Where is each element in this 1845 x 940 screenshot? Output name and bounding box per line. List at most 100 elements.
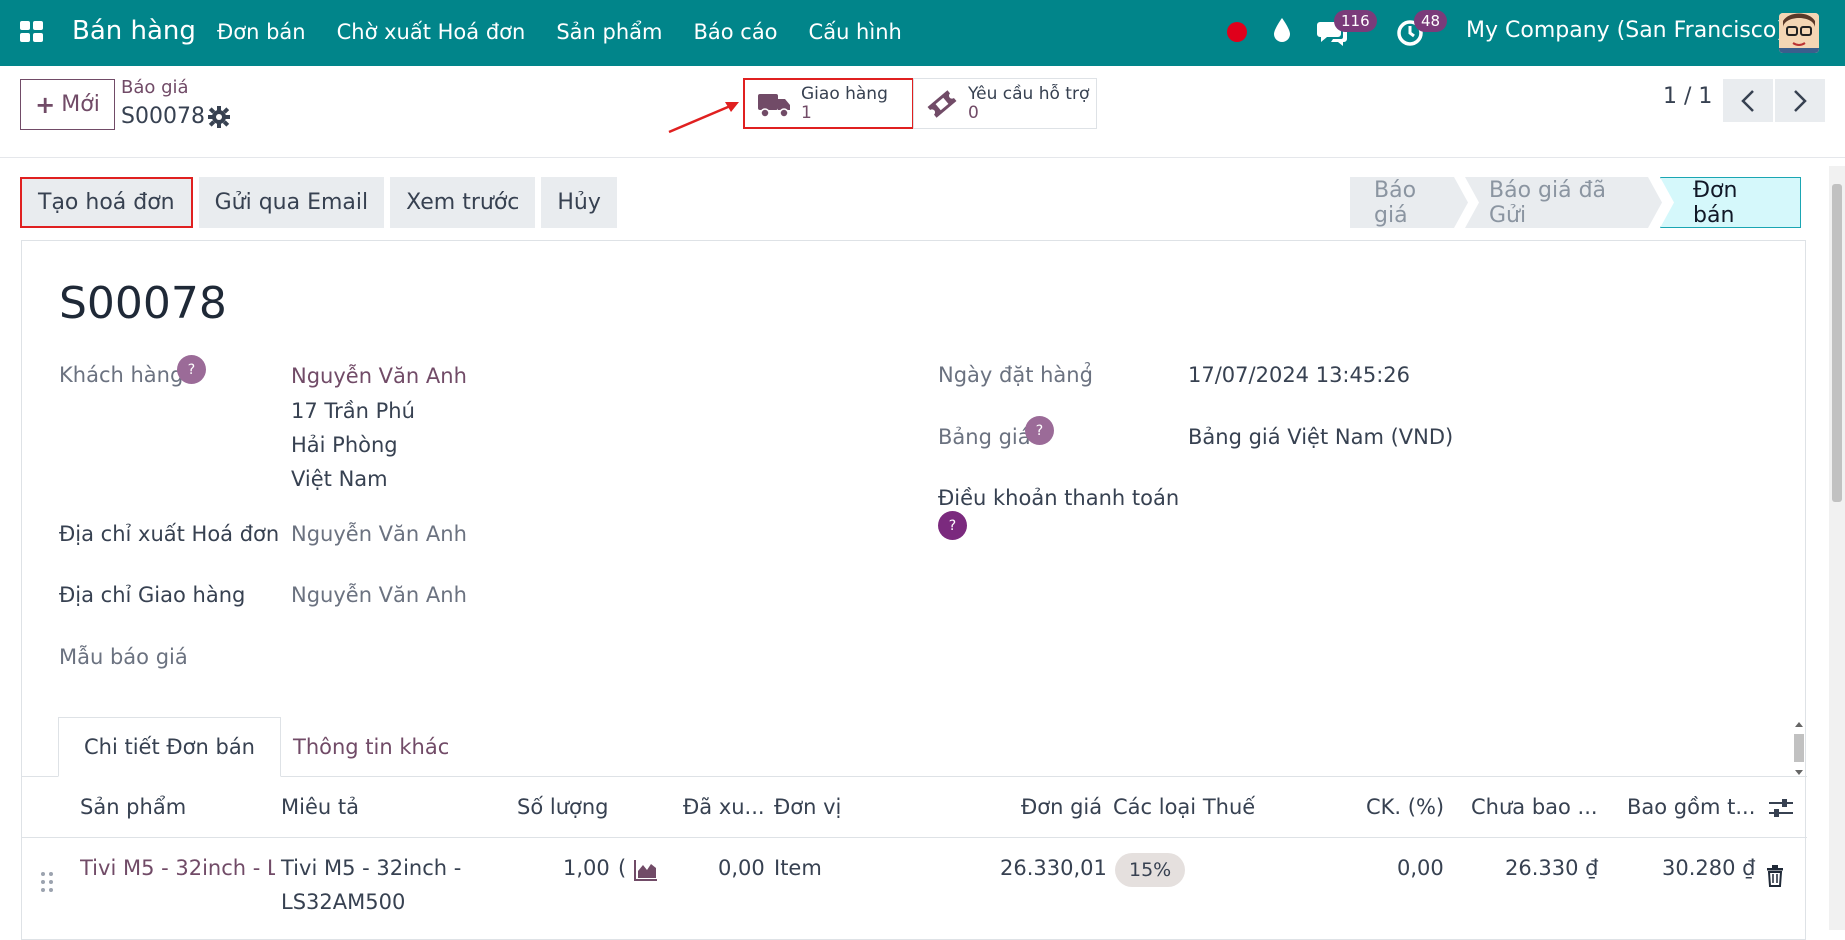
company-switcher[interactable]: My Company (San Francisco) (1466, 18, 1785, 43)
customer-label: Khách hàng (59, 363, 184, 387)
avatar-face-icon (1779, 13, 1819, 53)
notebook-tabs: Chi tiết Đơn bán Thông tin khác (22, 717, 1807, 777)
support-ticket-smart-button[interactable]: Yêu cầu hỗ trợ 0 (913, 78, 1097, 129)
column-header-discount[interactable]: CK. (%) (1366, 795, 1444, 819)
menu-item-products[interactable]: Sản phẩm (556, 20, 662, 44)
optional-columns-icon[interactable] (1768, 797, 1794, 819)
column-header-unit-price[interactable]: Đơn giá (1021, 795, 1102, 819)
breadcrumb-parent[interactable]: Báo giá (121, 77, 189, 98)
delivery-smart-button[interactable]: Giao hàng 1 (743, 78, 914, 129)
pricelist-label: Bảng giá (938, 425, 1031, 449)
main-menu: Đơn bán Chờ xuất Hoá đơn Sản phẩm Báo cá… (217, 20, 933, 44)
new-button-label: Mới (61, 92, 100, 117)
customer-help-icon[interactable]: ? (177, 355, 206, 384)
support-ticket-label: Yêu cầu hỗ trợ (968, 83, 1090, 104)
page-scrollbar-thumb[interactable] (1832, 184, 1842, 502)
ticket-icon (927, 89, 957, 118)
apps-menu-icon[interactable] (20, 21, 44, 43)
column-header-taxes[interactable]: Các loại Thuế (1113, 795, 1255, 819)
chevron-left-icon (1741, 89, 1754, 112)
column-header-delivered[interactable]: Đã xu... (683, 795, 765, 819)
forecast-chart-icon[interactable] (634, 859, 658, 881)
action-buttons: Tạo hoá đơn Gửi qua Email Xem trước Hủy (20, 177, 623, 228)
pricelist-field[interactable]: Bảng giá Việt Nam (VND) (1188, 425, 1453, 449)
annotation-arrow-icon (668, 102, 739, 134)
invoice-address-field[interactable]: Nguyễn Văn Anh (291, 522, 467, 546)
line-tax-tag[interactable]: 15% (1115, 853, 1186, 887)
cancel-button[interactable]: Hủy (541, 177, 617, 228)
payment-terms-label: Điều khoản thanh toán (938, 486, 1180, 510)
control-panel: + Mới Báo giá S00078 Giao hàng 1 Yêu cầu… (0, 66, 1845, 158)
tab-order-lines[interactable]: Chi tiết Đơn bán (58, 717, 281, 777)
chat-badge: 116 (1334, 10, 1377, 32)
drag-handle-icon[interactable] (40, 871, 54, 893)
activity-badge: 48 (1414, 10, 1448, 32)
send-email-button[interactable]: Gửi qua Email (198, 177, 385, 228)
status-bar: Báo giá Báo giá đã Gửi Đơn bán (1350, 177, 1801, 228)
delivery-address-field[interactable]: Nguyễn Văn Anh (291, 583, 467, 607)
chevron-right-icon (1794, 89, 1807, 112)
line-forecast-clip: ( (618, 856, 626, 880)
customer-address-line: Hải Phòng (291, 433, 398, 457)
line-subtotal: 26.330 ₫ (1505, 856, 1599, 880)
page-scrollbar[interactable] (1829, 166, 1845, 930)
menu-item-orders[interactable]: Đơn bán (217, 20, 306, 44)
order-lines-header: Sản phẩm Miêu tả Số lượng Đã xu... Đơn v… (22, 777, 1807, 838)
gear-icon[interactable] (208, 106, 230, 128)
customer-address-line: Việt Nam (291, 467, 388, 491)
breadcrumb-current: S00078 (121, 104, 205, 129)
stage-sales-order[interactable]: Đơn bán (1660, 177, 1801, 228)
pager-value[interactable]: 1 / 1 (1663, 84, 1712, 109)
new-button[interactable]: + Mới (20, 79, 115, 130)
plus-icon: + (35, 90, 56, 119)
support-ticket-count: 0 (968, 102, 979, 123)
table-scrollbar[interactable] (1792, 720, 1806, 777)
column-header-subtotal[interactable]: Chưa bao ... (1471, 795, 1598, 819)
record-dot-icon[interactable] (1227, 22, 1247, 42)
column-header-uom[interactable]: Đơn vị (774, 795, 841, 819)
line-total: 30.280 ₫ (1662, 856, 1756, 880)
column-header-product[interactable]: Sản phẩm (80, 795, 186, 819)
customer-name[interactable]: Nguyễn Văn Anh (291, 364, 467, 388)
preview-button[interactable]: Xem trước (390, 177, 536, 228)
delivery-count: 1 (801, 102, 812, 123)
stage-quotation-sent[interactable]: Báo giá đã Gửi (1465, 177, 1662, 228)
table-row[interactable]: Tivi M5 - 32inch - LS32AM500 Tivi M5 - 3… (22, 839, 1807, 929)
order-date-field[interactable]: 17/07/2024 13:45:26 (1188, 363, 1410, 387)
truck-icon (758, 93, 790, 118)
line-uom[interactable]: Item (774, 856, 822, 880)
customer-address-line: 17 Trần Phú (291, 399, 415, 423)
drop-icon[interactable] (1272, 16, 1292, 44)
order-date-help-icon[interactable]: ? (1084, 361, 1091, 376)
top-navbar: Bán hàng Đơn bán Chờ xuất Hoá đơn Sản ph… (0, 0, 1845, 66)
line-delivered: 0,00 (718, 856, 765, 880)
app-title[interactable]: Bán hàng (72, 16, 196, 46)
line-discount[interactable]: 0,00 (1397, 856, 1444, 880)
line-quantity[interactable]: 1,00 (563, 856, 610, 880)
trash-icon[interactable] (1766, 865, 1784, 887)
form-sheet: S00078 Khách hàng ? Nguyễn Văn Anh 17 Tr… (21, 240, 1807, 940)
menu-item-configuration[interactable]: Cấu hình (809, 20, 902, 44)
stage-quotation[interactable]: Báo giá (1350, 177, 1468, 228)
invoice-address-label: Địa chỉ xuất Hoá đơn (59, 522, 280, 546)
user-avatar[interactable] (1779, 13, 1819, 53)
line-unit-price[interactable]: 26.330,01 (1000, 856, 1107, 880)
column-header-total[interactable]: Bao gồm t... (1627, 795, 1755, 819)
tab-other-info[interactable]: Thông tin khác (268, 717, 474, 777)
create-invoice-button[interactable]: Tạo hoá đơn (20, 177, 193, 228)
pager-previous-button[interactable] (1723, 79, 1773, 122)
line-description-cont[interactable]: LS32AM500 (281, 890, 405, 914)
pager-next-button[interactable] (1775, 79, 1825, 122)
column-header-quantity[interactable]: Số lượng (517, 795, 609, 819)
pricelist-help-icon[interactable]: ? (1025, 416, 1054, 445)
delivery-address-label: Địa chỉ Giao hàng (59, 583, 246, 607)
line-description[interactable]: Tivi M5 - 32inch - (281, 856, 461, 880)
payment-terms-help-icon[interactable]: ? (938, 511, 967, 540)
column-header-description[interactable]: Miêu tả (281, 795, 359, 819)
order-date-label: Ngày đặt hàng (938, 363, 1093, 387)
quotation-template-label: Mẫu báo giá (59, 645, 188, 669)
menu-item-reporting[interactable]: Báo cáo (693, 20, 777, 44)
menu-item-to-invoice[interactable]: Chờ xuất Hoá đơn (337, 20, 526, 44)
line-product[interactable]: Tivi M5 - 32inch - LS32AM500 (80, 856, 275, 880)
delivery-label: Giao hàng (801, 83, 888, 104)
